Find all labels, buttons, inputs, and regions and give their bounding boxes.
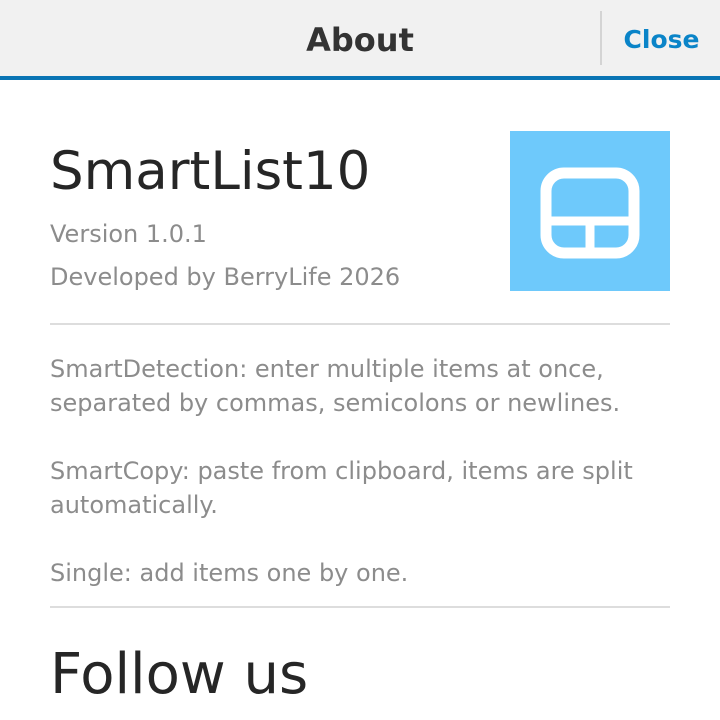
smartlist-app-icon <box>510 131 670 291</box>
feature-smartcopy: SmartCopy: paste from clipboard, items a… <box>50 457 633 519</box>
feature-smartdetection: SmartDetection: enter multiple items at … <box>50 355 621 417</box>
title-bar: About Close <box>0 0 720 80</box>
title-bar-divider <box>600 11 602 65</box>
list-icon <box>540 167 640 259</box>
app-developer: Developed by BerryLife 2026 <box>50 263 401 291</box>
feature-single: Single: add items one by one. <box>50 559 409 587</box>
app-version: Version 1.0.1 <box>50 220 207 248</box>
divider-bottom <box>50 606 670 608</box>
follow-us-heading: Follow us <box>50 642 309 707</box>
close-button[interactable]: Close <box>603 20 720 60</box>
divider-top <box>50 323 670 325</box>
app-name: SmartList10 <box>50 141 371 202</box>
